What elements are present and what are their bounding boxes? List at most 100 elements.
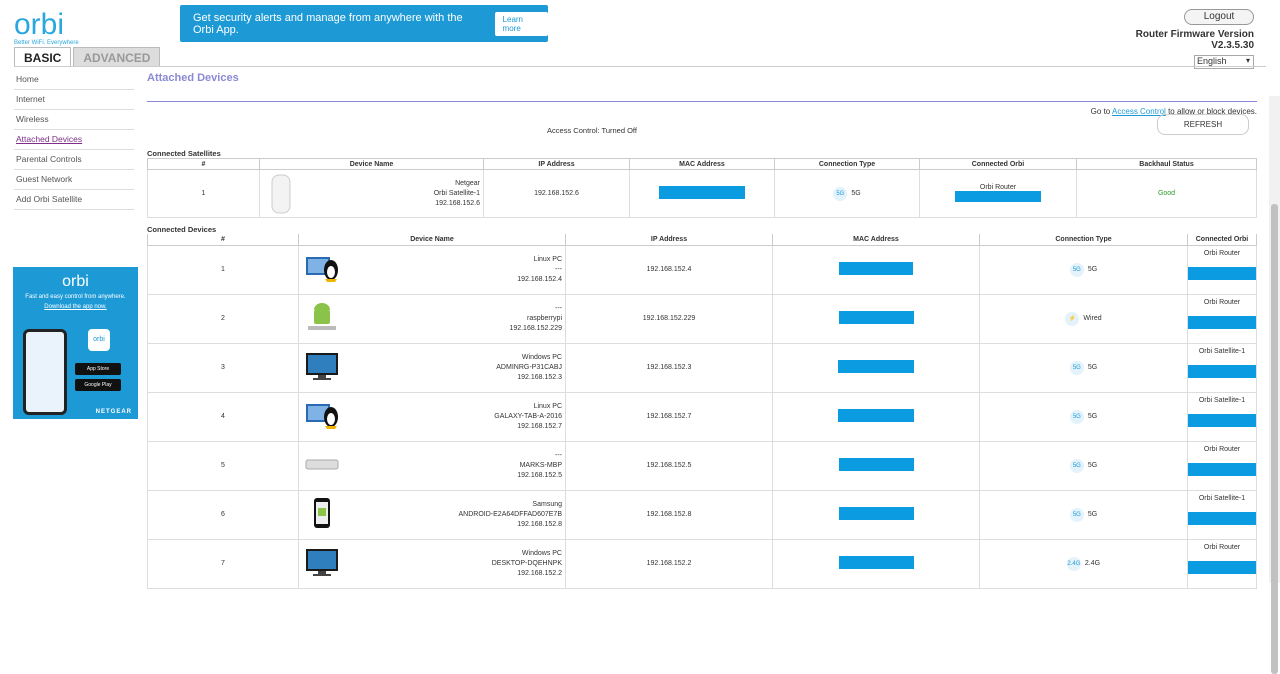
orbi-label: Orbi Router: [979, 183, 1017, 191]
mac-cell: [772, 538, 980, 589]
table-row[interactable]: 6 Samsung ANDROID-E2A64DFFAD607E7B 192.168.…: [147, 489, 1257, 540]
tab-basic[interactable]: BASIC: [14, 47, 72, 67]
page-title: Attached Devices: [147, 72, 239, 84]
conn-label: 5G: [1087, 462, 1098, 469]
orbi-redacted: [1188, 315, 1256, 329]
title-divider: [147, 101, 1257, 102]
close-icon[interactable]: ✕: [527, 14, 539, 31]
col-device-name: Device Name: [259, 158, 484, 170]
orbi-cell: Orbi Router: [919, 169, 1077, 218]
logout-button[interactable]: Logout: [1184, 9, 1254, 25]
conn-label: 5G: [851, 190, 861, 197]
table-row[interactable]: 5 --- MARKS-MBP 192.168.152.5 192.168.152.5 5…: [147, 440, 1257, 491]
orbi-cell: Orbi Satellite-1: [1187, 489, 1257, 540]
refresh-button[interactable]: REFRESH: [1157, 114, 1249, 135]
promo-logo: orbi: [62, 273, 89, 290]
phone-image: [23, 329, 67, 415]
promo-download-link[interactable]: Download the app now.: [13, 304, 138, 310]
table-row[interactable]: 4 Linux PC GALAXY-TAB-A-2016 192.168.152.7 1…: [147, 391, 1257, 442]
mode-tabs: BASIC ADVANCED: [14, 47, 161, 67]
promo-text: Fast and easy control from anywhere.: [25, 294, 126, 300]
orbi-app-icon: orbi: [88, 329, 110, 351]
backhaul-status: Good: [1076, 169, 1257, 218]
tagline: Better WiFi. Everywhere: [14, 40, 79, 46]
ip-cell: 192.168.152.3: [565, 342, 773, 393]
access-control-link[interactable]: Access Control: [1112, 107, 1166, 116]
sidebar-item-parental-controls[interactable]: Parental Controls: [14, 150, 134, 170]
col-conn: Connection Type: [774, 158, 920, 170]
access-control-note: Go to Access Control to allow or block d…: [147, 107, 1257, 116]
wifi-icon: 5G: [1069, 507, 1084, 522]
conn-cell: 5G 5G: [979, 244, 1188, 295]
sidebar-item-wireless[interactable]: Wireless: [14, 110, 134, 130]
monitor-icon: [305, 547, 339, 581]
ac-prefix: Go to: [1090, 107, 1111, 116]
orbi-label: Orbi Satellite-1: [1198, 396, 1246, 404]
mac-cell: [772, 293, 980, 344]
app-promo[interactable]: orbi Fast and easy control from anywhere…: [13, 267, 138, 419]
orbi-cell: Orbi Router: [1187, 293, 1257, 344]
row-num: 2: [147, 293, 299, 344]
mac-redacted: [838, 360, 914, 373]
phone-icon: [305, 497, 339, 532]
table-row[interactable]: 3 Windows PC ADMINRG-P31CABJ 192.168.152.3 1…: [147, 342, 1257, 393]
orbi-logo[interactable]: orbi Better WiFi. Everywhere: [14, 8, 79, 46]
conn-label: 5G: [1087, 266, 1098, 273]
header-divider: [14, 66, 1266, 67]
scrollbar-thumb[interactable]: [1271, 204, 1278, 674]
orbi-label: Orbi Satellite-1: [1198, 494, 1246, 502]
row-num: 1: [147, 169, 260, 218]
col-num: #: [147, 234, 299, 246]
scrollbar[interactable]: [1269, 96, 1280, 674]
sidebar-item-add-satellite[interactable]: Add Orbi Satellite: [14, 190, 134, 210]
orbi-label: Orbi Router: [1203, 543, 1241, 551]
app-store-badge[interactable]: App Store: [75, 363, 121, 375]
sidebar-item-home[interactable]: Home: [14, 70, 134, 90]
learn-more-button[interactable]: Learn more: [494, 11, 548, 36]
col-orbi: Connected Orbi: [1187, 234, 1257, 246]
device-name-cell: Linux PC --- 192.168.152.4: [298, 244, 566, 295]
table-row[interactable]: 1 Linux PC --- 192.168.152.4 192.168.152.4 5G…: [147, 244, 1257, 295]
conn-label: 5G: [1087, 364, 1098, 371]
table-row[interactable]: 1 Netgear Orbi Satellite-1 192.168.152.6…: [147, 169, 1257, 218]
mac-cell: [772, 391, 980, 442]
ip-cell: 192.168.152.2: [565, 538, 773, 589]
conn-label: 2.4G: [1084, 560, 1101, 567]
satellites-table: # Device Name IP Address MAC Address Con…: [147, 158, 1257, 218]
conn-cell: 5G 5G: [774, 169, 920, 218]
mac-redacted: [839, 262, 913, 275]
row-num: 5: [147, 440, 299, 491]
table-row[interactable]: 7 Windows PC DESKTOP-DQEHNPK 192.168.152.2 1…: [147, 538, 1257, 589]
mac-cell: [629, 169, 775, 218]
sidebar: Home Internet Wireless Attached Devices …: [14, 70, 134, 210]
orbi-label: Orbi Router: [1203, 249, 1241, 257]
macmini-icon: [305, 449, 339, 483]
sidebar-item-internet[interactable]: Internet: [14, 90, 134, 110]
col-backhaul: Backhaul Status: [1076, 158, 1257, 170]
mac-cell: [772, 489, 980, 540]
mac-redacted: [659, 186, 745, 199]
row-num: 3: [147, 342, 299, 393]
col-device-name: Device Name: [298, 234, 566, 246]
col-num: #: [147, 158, 260, 170]
ip-cell: 192.168.152.6: [483, 169, 630, 218]
sidebar-item-guest-network[interactable]: Guest Network: [14, 170, 134, 190]
tab-advanced[interactable]: ADVANCED: [73, 47, 161, 67]
orbi-redacted: [1188, 364, 1256, 378]
wifi-icon: 2.4G: [1066, 556, 1081, 571]
logo-text: orbi: [14, 8, 65, 41]
col-mac: MAC Address: [629, 158, 775, 170]
orbi-label: Orbi Router: [1203, 298, 1241, 306]
table-row[interactable]: 2 --- raspberrypi 192.168.152.229 192.168.15…: [147, 293, 1257, 344]
ip-cell: 192.168.152.4: [565, 244, 773, 295]
wifi-icon: 5G: [1069, 409, 1084, 424]
sidebar-item-attached-devices[interactable]: Attached Devices: [14, 130, 134, 150]
orbi-label: Orbi Satellite-1: [1198, 347, 1246, 355]
device-name-cell: --- MARKS-MBP 192.168.152.5: [298, 440, 566, 491]
linux-icon: [305, 253, 339, 287]
orbi-redacted: [1188, 511, 1256, 525]
conn-label: 5G: [1087, 511, 1098, 518]
ip-cell: 192.168.152.7: [565, 391, 773, 442]
google-play-badge[interactable]: Google Play: [75, 379, 121, 391]
main-content: Attached Devices Go to Access Control to…: [147, 70, 1257, 589]
